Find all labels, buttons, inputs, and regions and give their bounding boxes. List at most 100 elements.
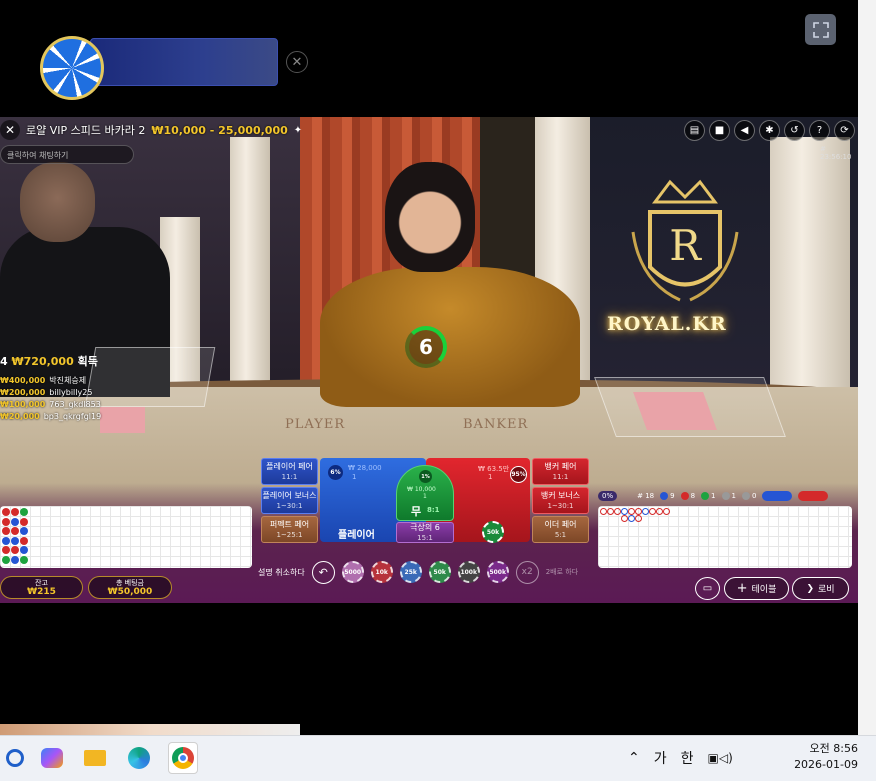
fullscreen-button[interactable] <box>805 14 836 45</box>
tie-amount: ₩ 10,000 <box>407 486 436 493</box>
chip-25k[interactable]: 25k <box>399 561 422 583</box>
mini-view-button[interactable]: ▭ <box>695 577 720 600</box>
winner-row: ₩20,000 bp3_qkrgfgl19 <box>0 411 120 423</box>
chip-10k[interactable]: 10k <box>370 561 393 583</box>
expand-icon <box>812 21 829 38</box>
taskbar-edge[interactable] <box>124 742 154 774</box>
total-bet-display: 총 베팅금 ₩50,000 <box>88 576 172 599</box>
bet-perfect-pair[interactable]: 퍼펙트 페어 1~25:1 <box>261 516 318 543</box>
stats-pct: 0% <box>598 491 618 501</box>
bet-either-pair[interactable]: 이더 페어 5:1 <box>532 516 589 543</box>
bet-player-bonus[interactable]: 플레이어 보너스 1~30:1 <box>261 487 318 514</box>
wheel-icon[interactable] <box>40 36 104 100</box>
video-icon[interactable]: ■ <box>709 120 730 141</box>
taskbar-copilot[interactable] <box>37 742 67 774</box>
predict-player-button[interactable] <box>762 491 793 501</box>
chat-icon[interactable]: ▤ <box>684 120 705 141</box>
bet-label: 뱅커 페어 <box>544 461 577 471</box>
winners-count: 4 <box>0 355 8 368</box>
bet-payout: 1~25:1 <box>276 530 303 539</box>
window-edge <box>858 0 876 735</box>
chip-100k[interactable]: 100k <box>457 561 480 583</box>
ime-mode-1[interactable]: 가 <box>654 748 667 768</box>
layers-icon: ▭ <box>702 583 713 594</box>
bet-banker-pair[interactable]: 뱅커 페어 11:1 <box>532 458 589 485</box>
volume-icon[interactable]: ◀ <box>734 120 755 141</box>
tie-payout: 8:1 <box>427 506 440 514</box>
bet-banker-bonus[interactable]: 뱅커 보너스 1~30:1 <box>532 487 589 514</box>
big-road <box>598 506 852 568</box>
placed-chip: 50k <box>482 521 504 543</box>
bead-road-dot <box>2 517 10 526</box>
bet-super6[interactable]: 극상의 6 15:1 <box>396 522 454 543</box>
taskbar-chrome[interactable] <box>168 742 198 774</box>
chevron-up-icon[interactable]: ⌃ <box>628 750 640 766</box>
bead-road <box>0 506 252 568</box>
undo-button[interactable]: ↶ <box>311 560 335 584</box>
chip-tray: 설명 취소하다 ↶ 5000 10k 25k 50k 100k 500k x2 … <box>258 560 578 584</box>
close-game-button[interactable]: ✕ <box>0 120 20 140</box>
lobby-label: 로비 <box>817 585 835 595</box>
network-volume-icon[interactable]: ▣◁) <box>708 751 733 765</box>
settings-icon[interactable]: ✱ <box>759 120 780 141</box>
chip-500k[interactable]: 500k <box>486 561 509 583</box>
bet-label: 극상의 6 <box>410 522 440 532</box>
royal-crest-logo: R <box>631 179 739 302</box>
stats-banker: 8 <box>680 492 696 500</box>
clock[interactable]: 오전 8:56 2026-01-09 <box>792 741 858 773</box>
pin-icon[interactable]: ✦ <box>294 125 302 136</box>
taskbar-explorer[interactable] <box>80 742 110 774</box>
cancel-label: 설명 취소하다 <box>258 567 305 577</box>
winner-amount: ₩200,000 <box>0 388 46 397</box>
balance-value: ₩215 <box>27 587 56 597</box>
bead-road-dot <box>2 546 10 554</box>
predict-banker-button[interactable] <box>798 491 829 501</box>
bet-label: 플레이어 페어 <box>266 461 313 471</box>
close-icon: ✕ <box>291 54 303 70</box>
promo-close-button[interactable]: ✕ <box>286 51 308 73</box>
shoe-stats: 0% # 18 9 8 1 1 0 <box>598 489 829 503</box>
stats-tie-count: 1 <box>711 492 716 500</box>
chrome-icon <box>172 747 194 769</box>
dealer-head <box>385 162 475 272</box>
big-road-mark <box>621 515 628 522</box>
banker-amount: ₩ 63.5만 <box>478 465 510 473</box>
bet-limits[interactable]: ₩10,000 - 25,000,000 <box>151 124 287 137</box>
edge-icon <box>128 747 150 769</box>
bet-player-pair[interactable]: 플레이어 페어 11:1 <box>261 458 318 485</box>
total-bet-value: ₩50,000 <box>107 587 153 597</box>
stats-banker-count: 8 <box>690 492 696 500</box>
table-button[interactable]: + 테이블 <box>724 577 789 600</box>
chip-5000[interactable]: 5000 <box>341 561 364 583</box>
double-button[interactable]: x2 <box>515 560 539 584</box>
winner-name: 박진체승제 <box>49 376 87 385</box>
system-tray: ⌃ 가 한 ▣◁) <box>628 735 733 781</box>
big-road-mark <box>642 508 649 515</box>
undo-icon: ↶ <box>318 565 328 579</box>
promo-bar[interactable] <box>90 38 278 86</box>
lobby-button[interactable]: ❯ 로비 <box>792 577 849 600</box>
big-road-mark <box>600 508 607 515</box>
ime-mode-2[interactable]: 한 <box>681 748 694 768</box>
promo-banner[interactable] <box>40 36 278 100</box>
bead-road-dot <box>2 555 10 564</box>
bet-payout: 1~30:1 <box>276 501 303 510</box>
banker-count: 1 <box>488 473 493 481</box>
bead-road-dot <box>20 527 28 535</box>
bead-road-dot <box>2 536 10 545</box>
app-icon <box>6 749 24 767</box>
history-icon[interactable]: ↺ <box>784 120 805 141</box>
winner-row: ₩400,000 박진체승제 <box>0 375 120 387</box>
bet-tie[interactable]: 1% ₩ 10,000 1 무 8:1 <box>396 465 454 521</box>
big-road-mark <box>628 515 635 522</box>
taskbar-app-1[interactable] <box>0 742 30 774</box>
cards-stack <box>633 392 717 430</box>
dealer <box>320 267 580 407</box>
double-label: 2배로 하다 <box>545 568 579 576</box>
reload-icon[interactable]: ⟳ <box>834 120 855 141</box>
chat-input[interactable]: 클릭하여 채팅하기 <box>0 145 134 164</box>
help-icon[interactable]: ? <box>809 120 830 141</box>
chip-50k[interactable]: 50k <box>428 561 451 583</box>
round-id: # 23:56:10 <box>820 145 852 161</box>
winners-total: ₩720,000 <box>11 355 74 368</box>
